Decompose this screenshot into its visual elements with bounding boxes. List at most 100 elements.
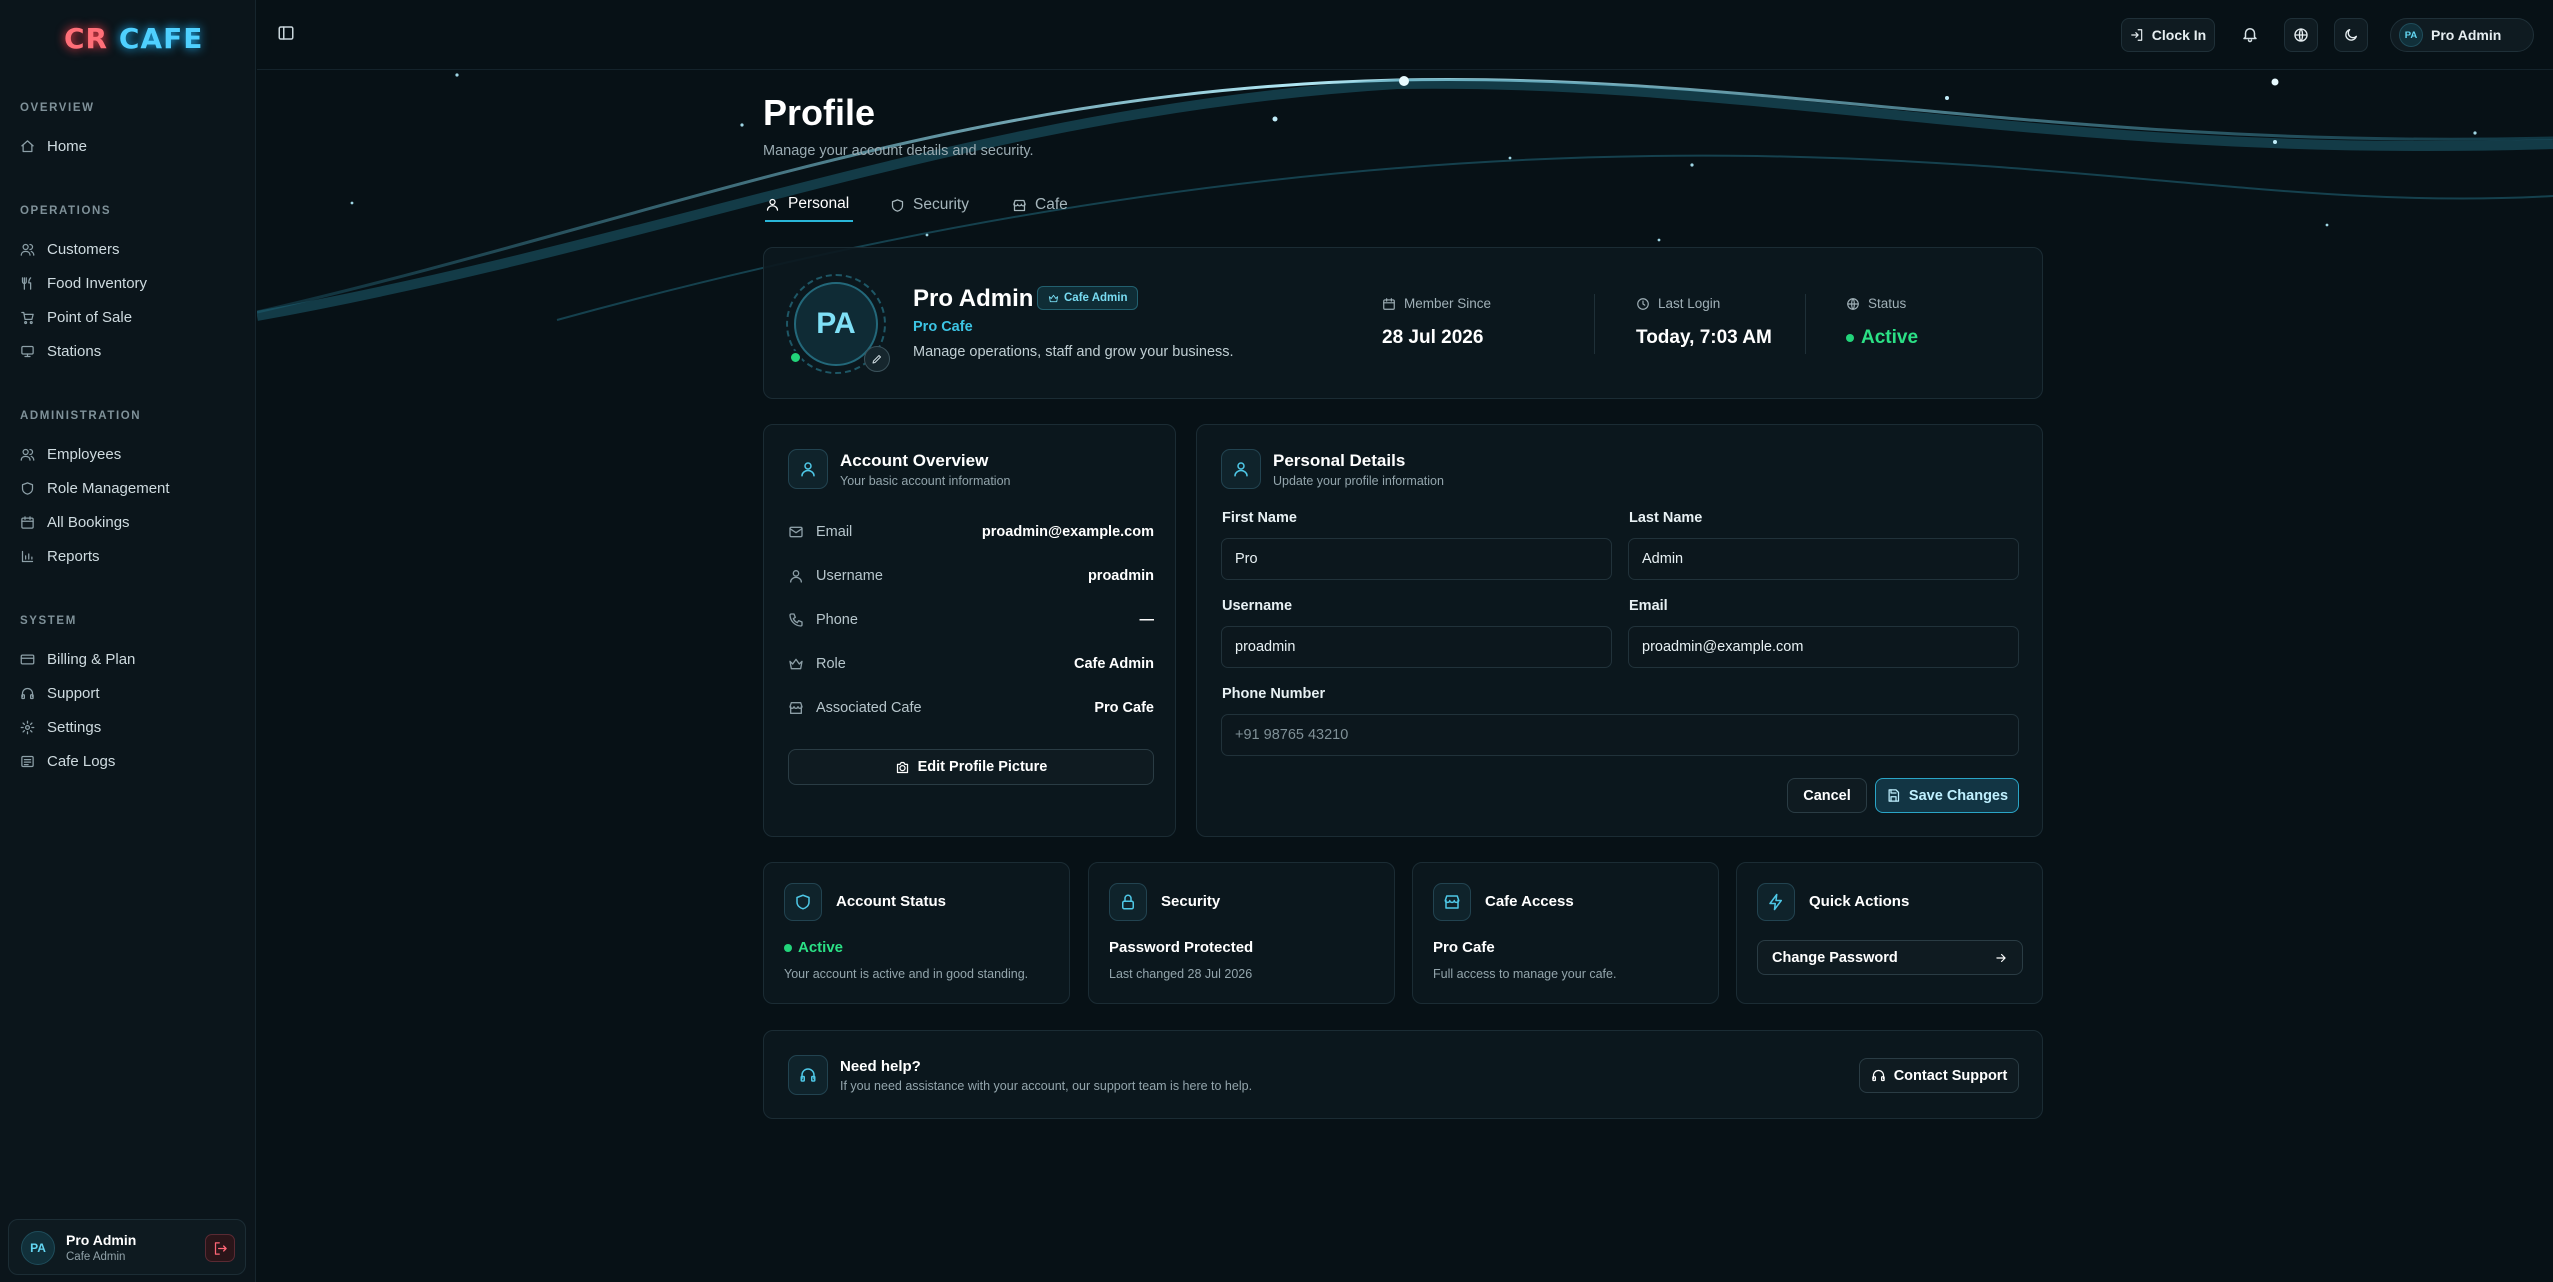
info-row-username: Username proadmin <box>788 564 1154 588</box>
headphones-icon <box>20 686 35 701</box>
pencil-icon <box>871 353 883 365</box>
help-desc: If you need assistance with your account… <box>840 1079 1253 1093</box>
info-row-email: Email proadmin@example.com <box>788 520 1154 544</box>
personal-details-title: Personal Details <box>1273 451 1406 470</box>
phone-label: Phone Number <box>1222 686 1326 702</box>
personal-details-icon-box <box>1221 449 1261 489</box>
theme-toggle-button[interactable] <box>2334 18 2368 52</box>
zap-icon <box>1767 893 1785 911</box>
section-title-system: SYSTEM <box>20 615 77 627</box>
stat-member-since-label: Member Since <box>1382 296 1491 311</box>
status-dot <box>784 943 792 952</box>
cafe-access-icon-box <box>1433 883 1471 921</box>
lock-icon <box>1119 893 1137 911</box>
account-status-desc: Your account is active and in good stand… <box>784 967 1029 981</box>
notifications-button[interactable] <box>2241 25 2259 43</box>
sidebar-item-reports[interactable]: Reports <box>20 543 100 569</box>
quick-actions-icon-box <box>1757 883 1795 921</box>
sidebar-item-home[interactable]: Home <box>20 133 87 159</box>
profile-name: Pro Admin <box>913 285 1034 312</box>
moon-icon <box>2343 27 2359 43</box>
sidebar-item-point-of-sale[interactable]: Point of Sale <box>20 304 132 330</box>
shield-icon <box>890 198 905 213</box>
help-icon-box <box>788 1055 828 1095</box>
login-icon <box>2130 28 2144 42</box>
sidebar-item-settings[interactable]: Settings <box>20 714 101 740</box>
user-icon <box>788 568 804 584</box>
account-overview-title: Account Overview <box>840 451 989 470</box>
security-value: Password Protected <box>1109 939 1254 956</box>
sidebar-item-role-management[interactable]: Role Management <box>20 475 170 501</box>
email-label: Email <box>1629 598 1668 614</box>
help-card: Need help? If you need assistance with y… <box>763 1030 2043 1119</box>
contact-support-button[interactable]: Contact Support <box>1859 1058 2019 1093</box>
user-menu-button[interactable]: PA Pro Admin <box>2390 18 2534 52</box>
last-name-field[interactable] <box>1628 538 2019 580</box>
headphones-icon <box>799 1066 817 1084</box>
sidebar-item-billing[interactable]: Billing & Plan <box>20 646 135 672</box>
personal-details-subtitle: Update your profile information <box>1273 474 1444 488</box>
save-changes-button[interactable]: Save Changes <box>1875 778 2019 813</box>
store-icon <box>1012 198 1027 213</box>
clock-in-button[interactable]: Clock In <box>2121 18 2215 52</box>
user-icon <box>799 460 817 478</box>
bell-icon <box>2241 25 2259 43</box>
edit-profile-picture-button[interactable]: Edit Profile Picture <box>788 749 1154 785</box>
sidebar-toggle-icon <box>277 24 295 42</box>
phone-field[interactable] <box>1221 714 2019 756</box>
account-overview-subtitle: Your basic account information <box>840 474 1011 488</box>
cancel-button[interactable]: Cancel <box>1787 778 1867 813</box>
security-desc: Last changed 28 Jul 2026 <box>1109 967 1253 981</box>
users-icon <box>20 447 35 462</box>
divider <box>1594 294 1595 354</box>
logout-button[interactable] <box>205 1234 235 1262</box>
email-field[interactable] <box>1628 626 2019 668</box>
user-role: Cafe Admin <box>66 1251 126 1263</box>
info-row-cafe: Associated Cafe Pro Cafe <box>788 696 1154 720</box>
toggle-sidebar-button[interactable] <box>277 24 295 42</box>
store-icon <box>788 700 804 716</box>
sidebar-user-card[interactable]: PA Pro Admin Cafe Admin <box>8 1219 246 1275</box>
username-label: Username <box>1222 598 1293 614</box>
users-icon <box>20 242 35 257</box>
security-title: Security <box>1161 893 1221 910</box>
cafe-access-card: Cafe Access Pro Cafe Full access to mana… <box>1412 862 1719 1004</box>
sidebar-item-all-bookings[interactable]: All Bookings <box>20 509 130 535</box>
utensils-icon <box>20 276 35 291</box>
help-title: Need help? <box>840 1058 921 1075</box>
globe-icon <box>2293 27 2309 43</box>
sidebar-item-stations[interactable]: Stations <box>20 338 101 364</box>
save-icon <box>1886 788 1901 803</box>
section-title-administration: ADMINISTRATION <box>20 410 142 422</box>
security-icon-box <box>1109 883 1147 921</box>
sidebar: CR CAFE OVERVIEW Home OPERATIONS Custome… <box>0 0 256 1282</box>
section-title-overview: OVERVIEW <box>20 102 95 114</box>
home-icon <box>20 139 35 154</box>
tab-cafe[interactable]: Cafe <box>1012 188 1068 222</box>
globe-icon <box>1846 297 1860 311</box>
brand-logo[interactable]: CR CAFE <box>64 22 203 55</box>
sidebar-item-support[interactable]: Support <box>20 680 100 706</box>
mail-icon <box>788 524 804 540</box>
sidebar-item-customers[interactable]: Customers <box>20 236 120 262</box>
page-subtitle: Manage your account details and security… <box>763 143 1034 159</box>
username-field[interactable] <box>1221 626 1612 668</box>
crown-icon <box>788 656 804 672</box>
change-password-button[interactable]: Change Password <box>1757 940 2023 975</box>
language-button[interactable] <box>2284 18 2318 52</box>
account-status-value: Active <box>784 939 843 956</box>
sidebar-item-food-inventory[interactable]: Food Inventory <box>20 270 147 296</box>
tab-personal[interactable]: Personal <box>765 188 853 222</box>
sidebar-item-employees[interactable]: Employees <box>20 441 121 467</box>
tab-security[interactable]: Security <box>890 188 969 222</box>
crown-icon <box>1048 293 1059 304</box>
clock-icon <box>1636 297 1650 311</box>
first-name-field[interactable] <box>1221 538 1612 580</box>
stat-last-login-label: Last Login <box>1636 296 1720 311</box>
edit-avatar-button[interactable] <box>864 346 890 372</box>
cafe-access-title: Cafe Access <box>1485 893 1574 910</box>
header-avatar: PA <box>2399 23 2423 47</box>
shield-icon <box>20 481 35 496</box>
user-name: Pro Admin <box>66 1232 137 1248</box>
sidebar-item-cafe-logs[interactable]: Cafe Logs <box>20 748 115 774</box>
